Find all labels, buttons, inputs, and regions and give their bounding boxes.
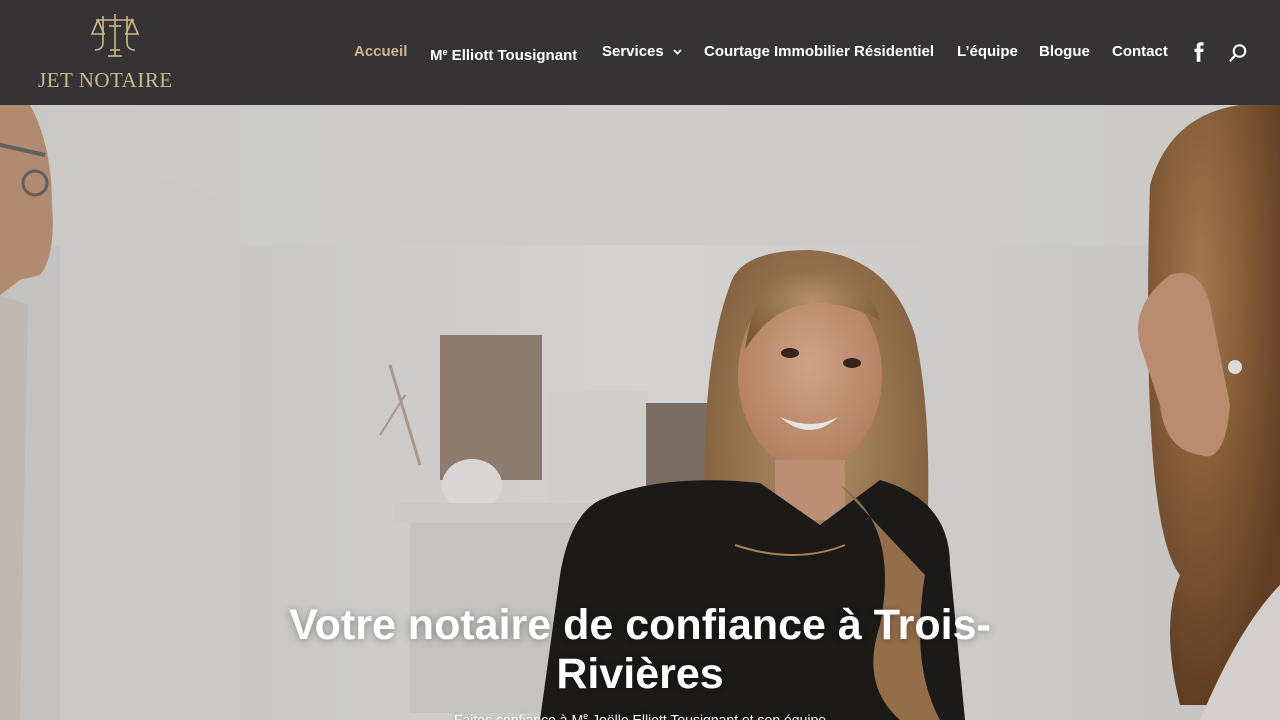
nav-item-equipe[interactable]: L’équipe [957,43,1018,61]
nav-item-label: Elliott Tousignant [447,47,578,64]
nav-item-courtage[interactable]: Courtage Immobilier Résidentiel [704,43,934,61]
nav-item-elliott-tousignant[interactable]: Me Elliott Tousignant [430,43,577,65]
hero-subtitle: Faites confiance à Me Joëlle Elliott Tou… [340,711,940,720]
nav-item-label: Services [602,43,664,60]
nav-item-label: M [430,47,443,64]
nav-item-accueil[interactable]: Accueil [354,43,407,61]
main-nav: Accueil Me Elliott Tousignant Services C… [0,0,1280,105]
search-icon[interactable] [1228,43,1248,63]
hero-title: Votre notaire de confiance à Trois-Riviè… [289,601,991,698]
nav-item-contact[interactable]: Contact [1112,43,1168,61]
nav-item-services[interactable]: Services [602,43,682,61]
hero-subtitle-text: Faites confiance à M [453,711,584,720]
chevron-down-icon [673,49,682,55]
hero-section: Votre notaire de confiance à Trois-Riviè… [0,105,1280,720]
hero-subtitle-text: Joëlle Elliott Tousignant et son équipe [588,711,827,720]
nav-item-blogue[interactable]: Blogue [1039,43,1090,61]
site-header: JET NOTAIRE Accueil Me Elliott Tousignan… [0,0,1280,105]
facebook-icon[interactable] [1192,42,1206,62]
